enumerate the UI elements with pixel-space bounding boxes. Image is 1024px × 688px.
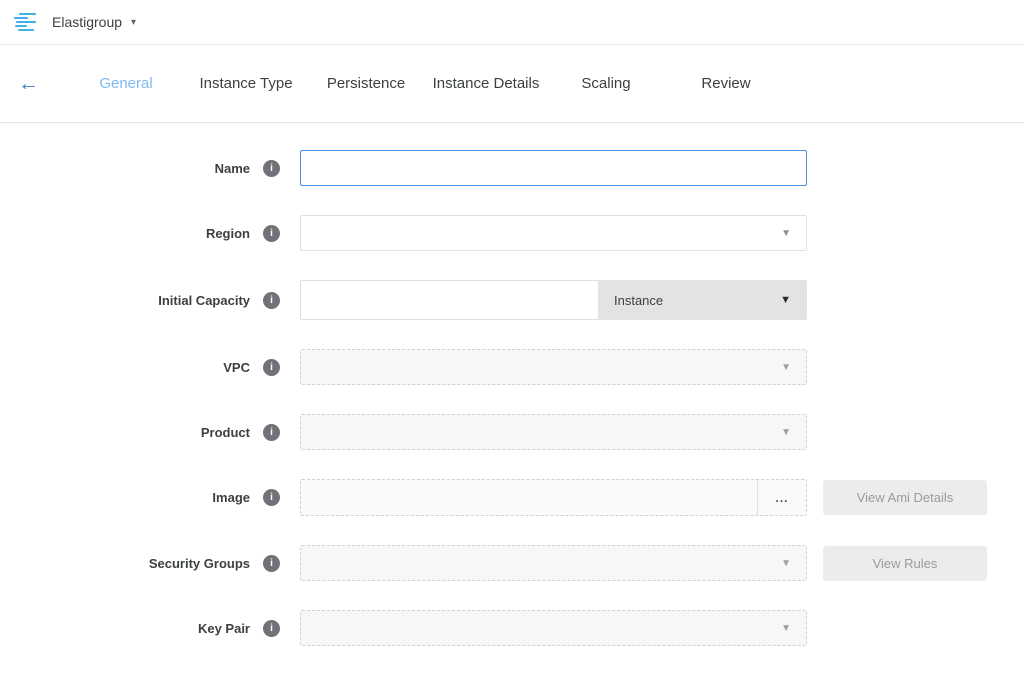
view-ami-details-button[interactable]: View Ami Details xyxy=(823,480,987,515)
view-rules-button[interactable]: View Rules xyxy=(823,546,987,581)
capacity-unit-select[interactable]: Instance ▼ xyxy=(598,280,807,320)
chevron-down-icon: ▼ xyxy=(781,228,791,239)
key-pair-label: Key Pair xyxy=(0,621,250,636)
product-label: Product xyxy=(0,425,250,440)
chevron-down-icon: ▼ xyxy=(781,362,791,373)
tab-instance-type[interactable]: Instance Type xyxy=(186,75,306,92)
name-input[interactable] xyxy=(300,150,807,186)
image-input xyxy=(301,480,757,515)
chevron-down-icon: ▼ xyxy=(781,623,791,634)
chevron-down-icon: ▼ xyxy=(781,427,791,438)
tab-review[interactable]: Review xyxy=(666,75,786,92)
name-label: Name xyxy=(0,161,250,176)
region-select[interactable]: ▼ xyxy=(300,215,807,251)
image-field: ... xyxy=(300,479,807,516)
app-name: Elastigroup xyxy=(52,14,122,30)
product-info-icon[interactable]: i xyxy=(263,424,280,441)
form-row-key-pair: Key Pair i ▼ xyxy=(0,610,1024,646)
tab-instance-details[interactable]: Instance Details xyxy=(426,75,546,92)
region-info-icon[interactable]: i xyxy=(263,225,280,242)
back-arrow-icon[interactable]: ← xyxy=(18,73,66,94)
key-pair-info-icon[interactable]: i xyxy=(263,620,280,637)
tab-general[interactable]: General xyxy=(66,75,186,92)
elastigroup-logo-icon xyxy=(14,13,39,32)
form-row-region: Region i ▼ xyxy=(0,215,1024,251)
security-groups-label: Security Groups xyxy=(0,556,250,571)
general-form: Name i Region i ▼ Initial Capacity i Ins… xyxy=(0,123,1024,646)
image-browse-button[interactable]: ... xyxy=(757,480,806,515)
security-groups-select: ▼ xyxy=(300,545,807,581)
initial-capacity-label: Initial Capacity xyxy=(0,293,250,308)
security-groups-info-icon[interactable]: i xyxy=(263,555,280,572)
form-row-image: Image i ... View Ami Details xyxy=(0,479,1024,516)
app-switcher-caret-icon[interactable]: ▾ xyxy=(131,16,136,28)
tab-scaling[interactable]: Scaling xyxy=(546,75,666,92)
vpc-info-icon[interactable]: i xyxy=(263,359,280,376)
region-label: Region xyxy=(0,226,250,241)
key-pair-select: ▼ xyxy=(300,610,807,646)
image-info-icon[interactable]: i xyxy=(263,489,280,506)
wizard-tabbar: ← General Instance Type Persistence Inst… xyxy=(0,45,1024,123)
vpc-label: VPC xyxy=(0,360,250,375)
form-row-initial-capacity: Initial Capacity i Instance ▼ xyxy=(0,280,1024,320)
tab-persistence[interactable]: Persistence xyxy=(306,75,426,92)
initial-capacity-input[interactable] xyxy=(300,280,598,320)
capacity-unit-value: Instance xyxy=(614,293,663,308)
chevron-down-icon: ▼ xyxy=(780,294,791,306)
form-row-vpc: VPC i ▼ xyxy=(0,349,1024,385)
image-label: Image xyxy=(0,490,250,505)
form-row-name: Name i xyxy=(0,150,1024,186)
name-info-icon[interactable]: i xyxy=(263,160,280,177)
topbar: Elastigroup ▾ xyxy=(0,0,1024,45)
product-select: ▼ xyxy=(300,414,807,450)
vpc-select: ▼ xyxy=(300,349,807,385)
form-row-product: Product i ▼ xyxy=(0,414,1024,450)
initial-capacity-info-icon[interactable]: i xyxy=(263,292,280,309)
form-row-security-groups: Security Groups i ▼ View Rules xyxy=(0,545,1024,581)
chevron-down-icon: ▼ xyxy=(781,558,791,569)
